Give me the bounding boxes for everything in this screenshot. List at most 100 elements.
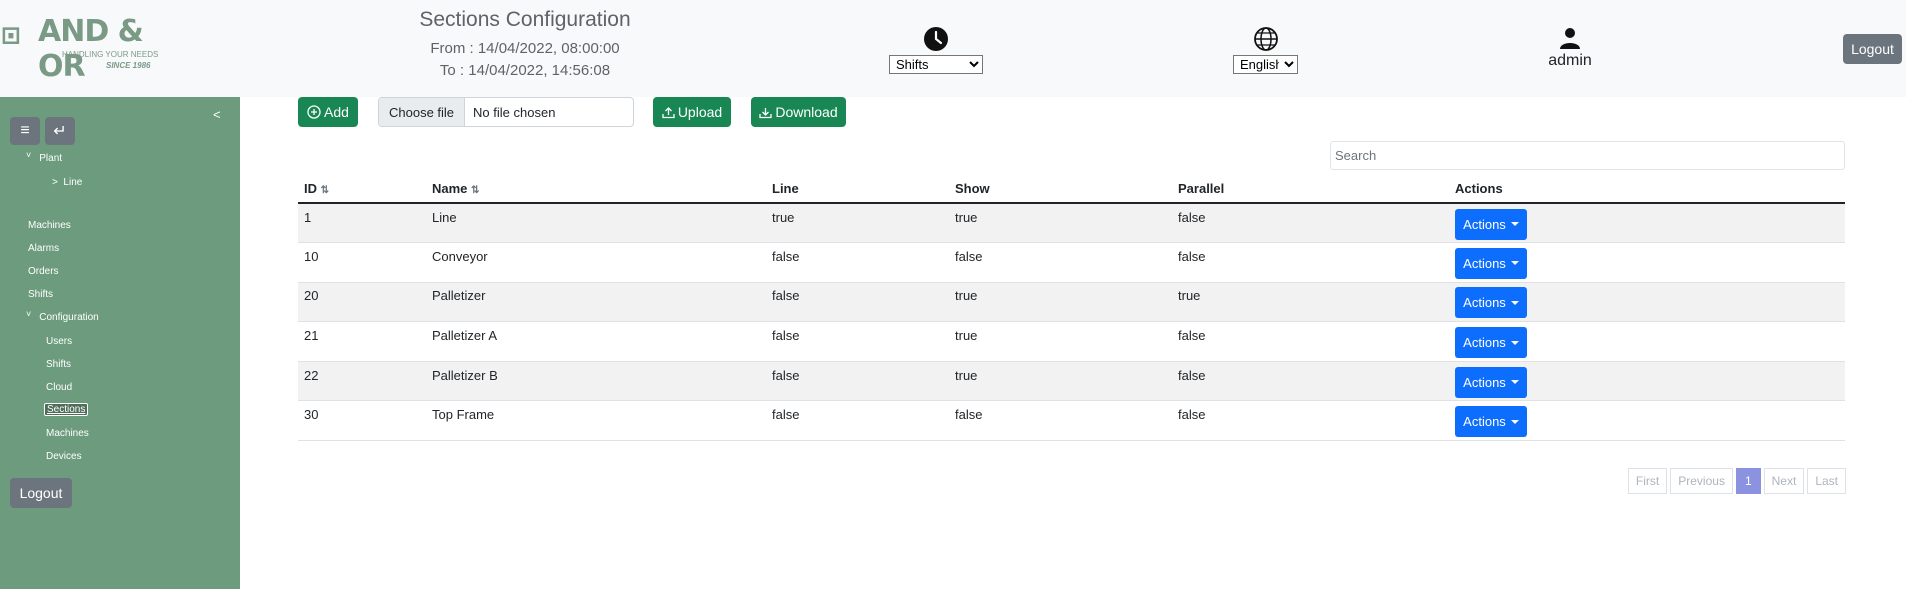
actions-dropdown-button[interactable]: Actions — [1455, 406, 1527, 438]
cell-show: true — [949, 321, 1172, 362]
caret-down-icon — [1510, 380, 1519, 385]
sort-icon: ⇅ — [320, 184, 330, 196]
page-previous-button[interactable]: Previous — [1670, 468, 1733, 494]
cell-line: true — [766, 203, 949, 244]
download-label: Download — [775, 104, 838, 120]
table-row: 10 Conveyor false false false Actions — [298, 242, 1845, 283]
top-header: ⊡ AND & OR HANDLING YOUR NEEDS SINCE 198… — [0, 0, 1906, 97]
title-block: Sections Configuration From : 14/04/2022… — [380, 8, 670, 79]
chevron-down-icon: ˅ — [26, 150, 32, 160]
sidebar-logout-button[interactable]: Logout — [10, 478, 72, 508]
add-label: Add — [324, 104, 349, 120]
table-row: 30 Top Frame false false false Actions — [298, 400, 1845, 442]
sidebar-item-configuration[interactable]: ˅ Configuration — [26, 309, 99, 323]
file-input[interactable]: Choose file No file chosen — [378, 97, 634, 127]
return-icon: ↵ — [53, 123, 67, 140]
table-row: 21 Palletizer A false true false Actions — [298, 321, 1845, 362]
cell-name: Palletizer — [426, 282, 766, 323]
sidebar-item-line[interactable]: > Line — [52, 177, 82, 188]
add-button[interactable]: Add — [298, 97, 358, 127]
shift-selector-group: Shifts — [889, 26, 983, 74]
actions-dropdown-button[interactable]: Actions — [1455, 287, 1527, 319]
col-id-header[interactable]: ID ⇅ — [298, 174, 426, 204]
time-range-from: From : 14/04/2022, 08:00:00 — [430, 40, 620, 57]
logout-button[interactable]: Logout — [1843, 34, 1902, 64]
cell-actions: Actions — [1449, 282, 1845, 323]
col-parallel-header: Parallel — [1172, 174, 1449, 204]
collapse-sidebar-icon[interactable]: < — [213, 107, 221, 122]
caret-down-icon — [1510, 222, 1519, 227]
cell-line: false — [766, 242, 949, 283]
sidebar-item-shifts[interactable]: Shifts — [28, 289, 53, 300]
logo-since: SINCE 1986 — [106, 61, 151, 70]
sidebar-item-devices[interactable]: Devices — [46, 451, 82, 462]
col-actions-header: Actions — [1449, 174, 1845, 204]
upload-button[interactable]: Upload — [653, 97, 731, 127]
logo-brand: AND & OR — [38, 14, 144, 84]
cell-parallel: false — [1172, 203, 1449, 244]
cell-line: false — [766, 400, 949, 442]
logo-mark-icon: ⊡ — [2, 18, 21, 53]
caret-down-icon — [1510, 419, 1519, 424]
cell-show: false — [949, 242, 1172, 283]
sections-table: ID ⇅ Name ⇅ Line Show Parallel Actions 1… — [298, 174, 1845, 442]
table-row: 20 Palletizer false true true Actions — [298, 282, 1845, 323]
company-logo: ⊡ AND & OR HANDLING YOUR NEEDS SINCE 198… — [0, 14, 160, 84]
download-button[interactable]: Download — [751, 97, 846, 127]
actions-dropdown-button[interactable]: Actions — [1455, 247, 1527, 279]
cell-show: true — [949, 361, 1172, 402]
page-title: Sections Configuration — [419, 8, 631, 31]
cell-parallel: false — [1172, 242, 1449, 283]
search-input[interactable] — [1330, 141, 1845, 170]
cell-parallel: false — [1172, 400, 1449, 442]
sidebar-item-sections[interactable]: Sections — [44, 403, 89, 416]
page-last-button[interactable]: Last — [1807, 468, 1846, 494]
col-show-header: Show — [949, 174, 1172, 204]
page-first-button[interactable]: First — [1627, 468, 1668, 494]
upload-icon — [662, 106, 675, 118]
menu-toggle-button[interactable]: ≡ — [10, 117, 40, 145]
actions-dropdown-button[interactable]: Actions — [1455, 366, 1527, 398]
page-current-button[interactable]: 1 — [1735, 468, 1761, 494]
sidebar-item-cloud[interactable]: Cloud — [46, 382, 72, 393]
sidebar-item-machines[interactable]: Machines — [28, 220, 71, 231]
sidebar-item-plant[interactable]: ˅ Plant — [26, 150, 62, 164]
cell-show: true — [949, 203, 1172, 244]
shift-select[interactable]: Shifts — [889, 55, 983, 74]
username: admin — [1548, 52, 1592, 69]
sidebar-item-config-machines[interactable]: Machines — [46, 428, 89, 439]
sidebar-item-config-shifts[interactable]: Shifts — [46, 359, 71, 370]
table-row: 1 Line true true false Actions — [298, 203, 1845, 244]
plus-circle-icon — [307, 105, 321, 119]
globe-icon — [1253, 27, 1278, 51]
pagination: First Previous 1 Next Last — [1627, 468, 1846, 494]
cell-id: 22 — [298, 361, 426, 402]
logo-tagline: HANDLING YOUR NEEDS — [62, 50, 159, 59]
upload-label: Upload — [677, 104, 723, 120]
cell-id: 10 — [298, 242, 426, 283]
page-next-button[interactable]: Next — [1763, 468, 1805, 494]
cell-actions: Actions — [1449, 361, 1845, 402]
clock-icon — [924, 27, 948, 51]
sidebar-item-users[interactable]: Users — [46, 336, 72, 347]
language-select[interactable]: English — [1233, 55, 1298, 74]
chevron-right-icon: > — [52, 177, 58, 188]
cell-line: false — [766, 282, 949, 323]
actions-dropdown-button[interactable]: Actions — [1455, 208, 1527, 240]
time-range-to: To : 14/04/2022, 14:56:08 — [439, 62, 611, 79]
col-name-header[interactable]: Name ⇅ — [426, 174, 766, 204]
col-line-header: Line — [766, 174, 949, 204]
choose-file-button[interactable]: Choose file — [379, 98, 466, 126]
cell-name: Conveyor — [426, 242, 766, 283]
hamburger-icon: ≡ — [20, 122, 30, 139]
cell-line: false — [766, 321, 949, 362]
back-button[interactable]: ↵ — [45, 117, 75, 145]
table-row: 22 Palletizer B false true false Actions — [298, 361, 1845, 402]
sidebar-item-orders[interactable]: Orders — [28, 266, 59, 277]
sidebar-buttons: ≡ ↵ — [10, 117, 75, 145]
actions-dropdown-button[interactable]: Actions — [1455, 327, 1527, 359]
sidebar-item-alarms[interactable]: Alarms — [28, 243, 59, 254]
cell-name: Top Frame — [426, 400, 766, 442]
cell-name: Line — [426, 203, 766, 244]
cell-actions: Actions — [1449, 321, 1845, 362]
